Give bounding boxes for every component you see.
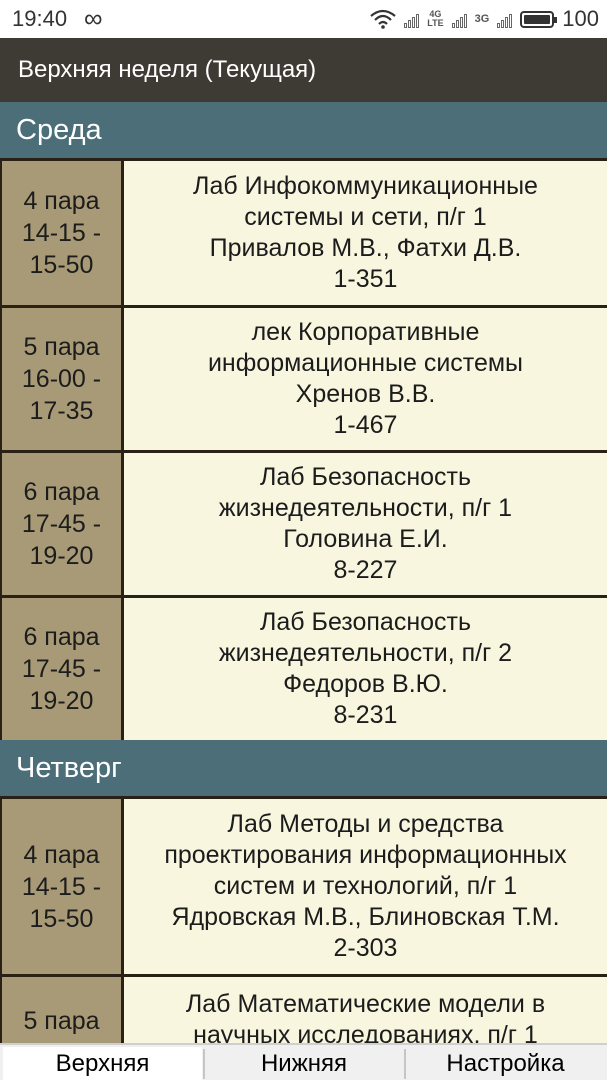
- lesson-time: 6 пара 17-45 - 19-20: [2, 598, 121, 740]
- lesson-teacher: Федоров В.Ю.: [283, 670, 448, 698]
- infinity-icon: ∞: [84, 3, 103, 33]
- lesson-end: 19-20: [29, 687, 94, 715]
- lesson-row[interactable]: 6 пара 17-45 - 19-20 Лаб Безопасность жи…: [0, 450, 607, 595]
- lesson-row[interactable]: 5 пара 16-00 - 17-35 лек Корпоративные и…: [0, 305, 607, 450]
- signal-icon: [404, 10, 420, 28]
- lesson-end: 15-50: [29, 251, 94, 279]
- lesson-row[interactable]: 4 пара 14-15 - 15-50 Лаб Методы и средст…: [0, 796, 607, 974]
- lesson-room: 1-351: [333, 265, 398, 293]
- signal-icon: [497, 10, 513, 28]
- lesson-info: Лаб Методы и средства проектирования инф…: [124, 799, 607, 974]
- lesson-start: 14-15 -: [21, 872, 102, 901]
- network-3g-label: 3G: [474, 12, 490, 25]
- lesson-number: 4 пара: [23, 840, 100, 869]
- tab-upper-week[interactable]: Верхняя: [3, 1047, 202, 1080]
- lesson-teacher: Ядровская М.В., Блиновская Т.М.: [171, 903, 560, 931]
- lesson-row[interactable]: 6 пара 17-45 - 19-20 Лаб Безопасность жи…: [0, 595, 607, 740]
- status-bar: 19:40 ∞ 4G LTE 3G 100: [0, 0, 607, 38]
- wifi-icon: [370, 9, 396, 29]
- lesson-time: 5 пара 16-00 - 17-35: [2, 308, 121, 450]
- lesson-number: 5 пара: [23, 333, 100, 361]
- lesson-room: 8-231: [333, 701, 398, 729]
- lesson-subject: Лаб Безопасность: [259, 463, 472, 491]
- lesson-time: 4 пара 14-15 - 15-50: [2, 799, 121, 974]
- lesson-subject-cont: проектирования информационных: [164, 841, 567, 869]
- lesson-end: 15-50: [29, 904, 94, 933]
- title-bar: Верхняя неделя (Текущая): [0, 38, 607, 102]
- lesson-end: 17-35: [29, 397, 94, 425]
- lesson-teacher: Головина Е.И.: [283, 525, 448, 553]
- lesson-subject: Лаб Математические модели в: [185, 990, 546, 1018]
- lesson-teacher: Привалов М.В., Фатхи Д.В.: [209, 234, 522, 262]
- day-header-thursday: Четверг: [0, 740, 607, 796]
- lesson-subject: Лаб Инфокоммуникационные: [193, 172, 538, 200]
- lesson-room: 2-303: [333, 934, 398, 962]
- bottom-tab-bar: Верхняя Нижняя Настройка: [0, 1043, 607, 1080]
- lesson-subject-cont: информационные системы: [207, 349, 524, 377]
- lesson-end: 19-20: [29, 542, 94, 570]
- lesson-info: лек Корпоративные информационные системы…: [124, 308, 607, 450]
- tab-settings[interactable]: Настройка: [406, 1047, 605, 1080]
- day-name: Среда: [16, 114, 102, 146]
- lesson-start: 17-45 -: [21, 510, 102, 538]
- lesson-time: 4 пара 14-15 - 15-50: [2, 161, 121, 305]
- lesson-subject-cont: жизнедеятельности, п/г 2: [218, 639, 513, 667]
- lesson-start: 17-45 -: [21, 655, 102, 683]
- lesson-room: 1-467: [333, 411, 398, 439]
- battery-percent: 100: [562, 6, 599, 31]
- lesson-teacher: Хренов В.В.: [295, 380, 436, 408]
- lesson-subject: лек Корпоративные: [251, 318, 480, 346]
- day-name: Четверг: [16, 752, 122, 784]
- page-title: Верхняя неделя (Текущая): [18, 56, 317, 83]
- tab-lower-week[interactable]: Нижняя: [205, 1047, 403, 1080]
- lesson-number: 6 пара: [23, 478, 100, 506]
- network-lte-label: LTE: [427, 18, 444, 28]
- lesson-info: Лаб Безопасность жизнедеятельности, п/г …: [124, 598, 607, 740]
- battery-icon: [520, 10, 558, 28]
- lesson-subject-cont: систем и технологий, п/г 1: [213, 872, 518, 900]
- lesson-start: 16-00 -: [21, 365, 102, 393]
- lesson-room: 8-227: [333, 556, 398, 584]
- lesson-number: 6 пара: [23, 623, 100, 651]
- lesson-info: Лаб Инфокоммуникационные системы и сети,…: [124, 161, 607, 305]
- lesson-number: 5 пара: [23, 1007, 100, 1035]
- lesson-start: 14-15 -: [21, 219, 102, 247]
- lesson-subject: Лаб Методы и средства: [227, 810, 504, 838]
- lesson-subject-cont: системы и сети, п/г 1: [244, 203, 487, 231]
- lesson-info: Лаб Безопасность жизнедеятельности, п/г …: [124, 453, 607, 595]
- day-header-wednesday: Среда: [0, 102, 607, 158]
- lesson-subject-cont: жизнедеятельности, п/г 1: [218, 494, 513, 522]
- lesson-row[interactable]: 4 пара 14-15 - 15-50 Лаб Инфокоммуникаци…: [0, 158, 607, 305]
- lesson-number: 4 пара: [23, 187, 100, 215]
- signal-icon: [451, 10, 467, 28]
- lesson-subject: Лаб Безопасность: [259, 608, 472, 636]
- lesson-time: 6 пара 17-45 - 19-20: [2, 453, 121, 595]
- status-time: 19:40: [12, 6, 68, 31]
